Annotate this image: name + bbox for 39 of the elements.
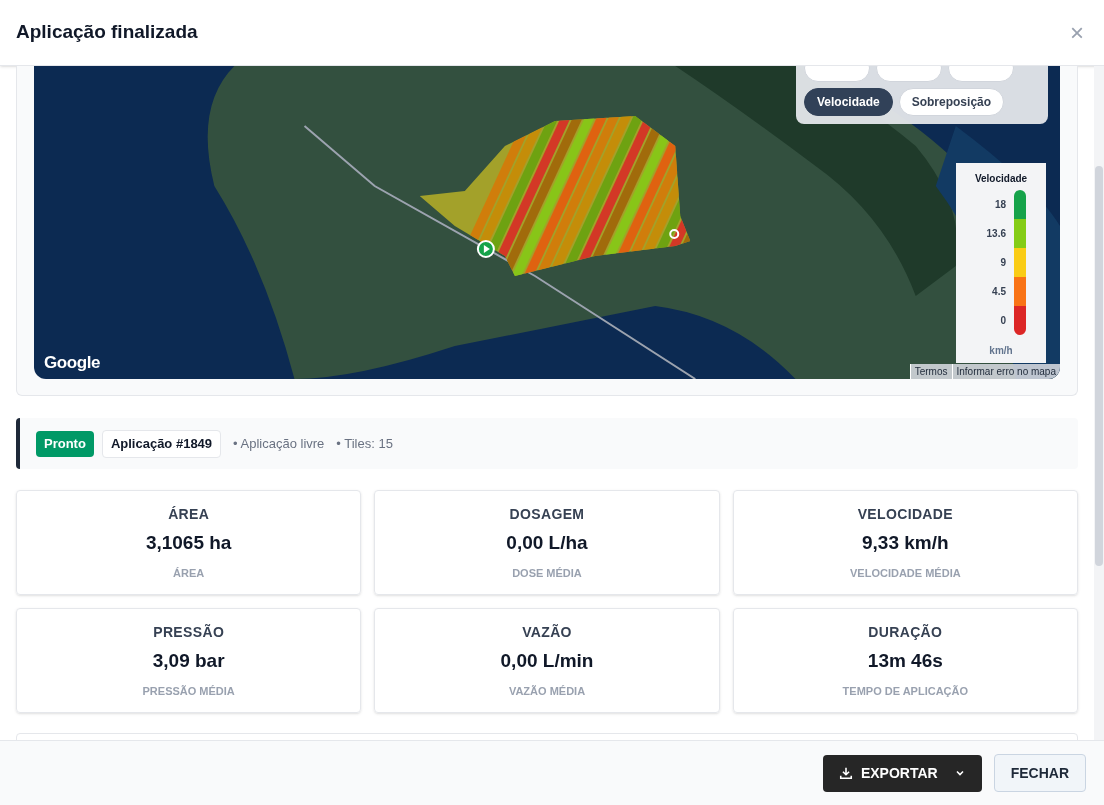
- metric-value: 0,00 L/min: [500, 648, 594, 673]
- legend-value: 13.6: [985, 227, 1006, 241]
- legend-value: 9: [999, 256, 1006, 270]
- metric-title: DOSAGEM: [509, 504, 585, 524]
- metric-value: 9,33 km/h: [862, 530, 949, 555]
- metric-caption: ÁREA: [173, 566, 205, 581]
- map-logo: Google: [44, 351, 100, 374]
- metric-caption: TEMPO DE APLICAÇÃO: [842, 684, 969, 699]
- scrollbar[interactable]: [1094, 66, 1104, 740]
- metric-title: VAZÃO: [522, 622, 572, 642]
- metric-value: 3,09 bar: [152, 648, 225, 673]
- layer-chip[interactable]: Sobreposição: [898, 88, 1005, 116]
- status-detail: • Tiles: 15: [336, 434, 393, 453]
- metric-value: 3,1065 ha: [145, 530, 232, 555]
- export-button[interactable]: EXPORTAR: [822, 754, 982, 792]
- metric-title: ÁREA: [168, 504, 210, 524]
- legend-value: 0: [999, 314, 1006, 328]
- legend-value: 4.5: [991, 285, 1006, 299]
- metric-value: 13m 46s: [867, 648, 943, 673]
- layer-chip[interactable]: Velocidade: [804, 88, 893, 116]
- application-tag: Aplicação #1849: [101, 429, 222, 458]
- map-attribution-link[interactable]: Informar erro no mapa: [951, 364, 1060, 379]
- metric-title: DURAÇÃO: [868, 622, 943, 642]
- metric-caption: DOSE MÉDIA: [512, 566, 582, 581]
- dialog-title: Aplicação finalizada: [16, 20, 198, 45]
- metric-title: PRESSÃO: [153, 622, 225, 642]
- status-badge: Pronto: [36, 430, 94, 457]
- metric-title: VELOCIDADE: [857, 504, 953, 524]
- legend-unit: km/h: [989, 344, 1013, 358]
- close-dialog-button[interactable]: FECHAR: [993, 754, 1086, 792]
- map-attribution-link[interactable]: Termos: [909, 364, 952, 379]
- status-detail: • Aplicação livre: [233, 434, 325, 453]
- metric-caption: VELOCIDADE MÉDIA: [850, 566, 961, 581]
- metric-value: 0,00 L/ha: [506, 530, 588, 555]
- metric-caption: PRESSÃO MÉDIA: [142, 684, 235, 699]
- legend-title: Velocidade: [974, 172, 1028, 186]
- download-icon: [838, 766, 853, 780]
- metric-caption: VAZÃO MÉDIA: [508, 684, 586, 699]
- legend-value: 18: [993, 198, 1006, 212]
